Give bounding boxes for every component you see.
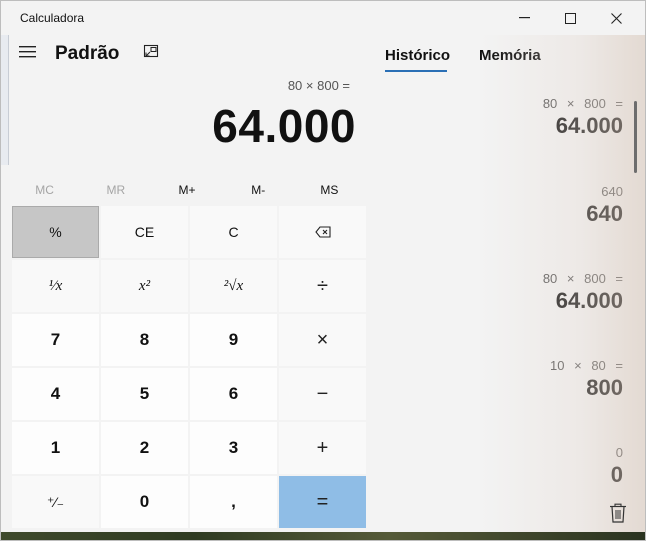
memory-recall-button[interactable]: MR xyxy=(80,177,151,203)
digit-0-button[interactable]: 0 xyxy=(101,476,188,528)
backspace-icon xyxy=(314,226,331,238)
keep-on-top-button[interactable] xyxy=(143,44,161,62)
history-list: 80 × 800 = 64.000 640 640 80 × 800 = 64.… xyxy=(381,96,626,496)
keypad: % CE C ¹⁄x x² ²√x ÷ 7 8 9 × 4 5 6 − 1 2 … xyxy=(12,206,367,531)
memory-row: MC MR M+ M- MS xyxy=(9,177,365,203)
memory-subtract-button[interactable]: M- xyxy=(223,177,294,203)
negate-button[interactable]: ⁺⁄₋ xyxy=(12,476,99,528)
history-scrollbar[interactable] xyxy=(634,101,637,173)
history-expression: 80 × 800 = xyxy=(542,271,623,286)
history-item[interactable]: 640 640 xyxy=(381,184,623,227)
history-value: 64.000 xyxy=(555,288,623,313)
square-root-button[interactable]: ²√x xyxy=(190,260,277,312)
history-value: 0 xyxy=(610,462,623,487)
percent-button[interactable]: % xyxy=(12,206,99,258)
history-item[interactable]: 0 0 xyxy=(381,445,623,488)
minimize-button[interactable] xyxy=(501,1,547,35)
expression-display: 80 × 800 = xyxy=(287,78,350,93)
reciprocal-button[interactable]: ¹⁄x xyxy=(12,260,99,312)
minus-button[interactable]: − xyxy=(279,368,366,420)
digit-7-button[interactable]: 7 xyxy=(12,314,99,366)
divide-button[interactable]: ÷ xyxy=(279,260,366,312)
hamburger-icon xyxy=(19,46,36,58)
maximize-button[interactable] xyxy=(547,1,593,35)
close-icon xyxy=(610,12,622,24)
equals-button[interactable]: = xyxy=(279,476,366,528)
digit-5-button[interactable]: 5 xyxy=(101,368,188,420)
clear-entry-button[interactable]: CE xyxy=(101,206,188,258)
multiply-button[interactable]: × xyxy=(279,314,366,366)
plus-button[interactable]: + xyxy=(279,422,366,474)
history-value: 800 xyxy=(586,375,623,400)
side-panel-tabs: Histórico Memória xyxy=(385,47,635,77)
mode-title: Padrão xyxy=(55,43,120,64)
decimal-separator-button[interactable]: , xyxy=(190,476,277,528)
square-button[interactable]: x² xyxy=(101,260,188,312)
digit-6-button[interactable]: 6 xyxy=(190,368,277,420)
trash-icon xyxy=(610,503,626,523)
history-expression: 640 xyxy=(601,184,623,199)
memory-clear-button[interactable]: MC xyxy=(9,177,80,203)
history-item[interactable]: 10 × 80 = 800 xyxy=(381,358,623,401)
calculator-header: Padrão xyxy=(9,35,369,75)
history-value: 640 xyxy=(586,201,623,226)
calculator-window: Calculadora Padrão 80 × 800 = 64.000 MC … xyxy=(0,0,646,541)
close-button[interactable] xyxy=(593,1,639,35)
history-value: 64.000 xyxy=(555,113,623,138)
memory-add-button[interactable]: M+ xyxy=(151,177,222,203)
memory-store-button[interactable]: MS xyxy=(294,177,365,203)
clear-history-button[interactable] xyxy=(609,503,629,525)
digit-3-button[interactable]: 3 xyxy=(190,422,277,474)
digit-4-button[interactable]: 4 xyxy=(12,368,99,420)
digit-1-button[interactable]: 1 xyxy=(12,422,99,474)
history-item[interactable]: 80 × 800 = 64.000 xyxy=(381,96,623,139)
desktop-background-left xyxy=(1,35,9,165)
title-bar: Calculadora xyxy=(1,1,645,35)
minimize-icon xyxy=(518,17,530,19)
result-display: 64.000 xyxy=(212,100,356,152)
history-expression: 80 × 800 = xyxy=(542,96,623,111)
keep-on-top-icon xyxy=(143,44,159,58)
tab-history[interactable]: Histórico xyxy=(385,47,450,64)
maximize-icon xyxy=(564,12,576,24)
digit-2-button[interactable]: 2 xyxy=(101,422,188,474)
digit-8-button[interactable]: 8 xyxy=(101,314,188,366)
backspace-button[interactable] xyxy=(279,206,366,258)
clear-button[interactable]: C xyxy=(190,206,277,258)
active-tab-indicator xyxy=(385,70,447,72)
history-item[interactable]: 80 × 800 = 64.000 xyxy=(381,271,623,314)
navigation-menu-button[interactable] xyxy=(19,45,39,61)
digit-9-button[interactable]: 9 xyxy=(190,314,277,366)
history-expression: 10 × 80 = xyxy=(550,358,623,373)
history-expression: 0 xyxy=(615,445,623,460)
tab-memory[interactable]: Memória xyxy=(479,47,541,64)
desktop-background-bottom xyxy=(1,532,645,540)
window-title: Calculadora xyxy=(20,11,85,25)
